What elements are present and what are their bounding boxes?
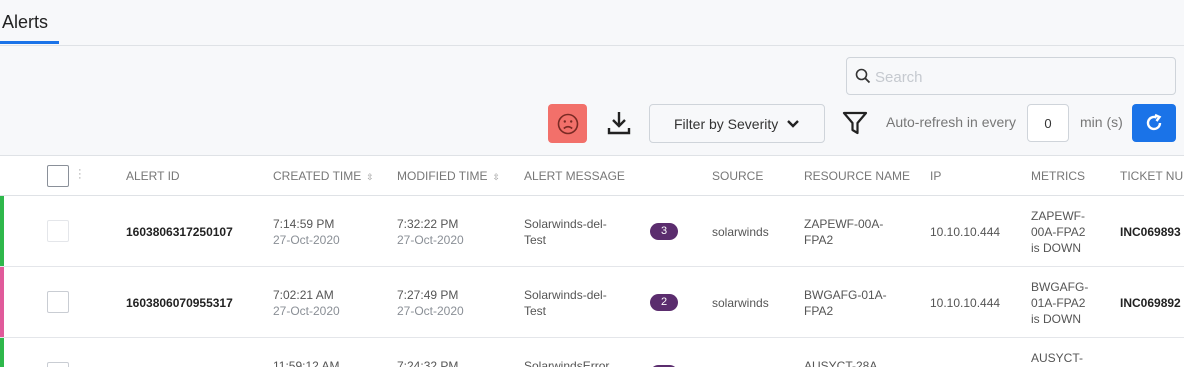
col-created-time[interactable]: CREATED TIME ⇳ bbox=[273, 169, 374, 183]
severity-filter-label: Filter by Severity bbox=[674, 116, 779, 132]
ticket-number[interactable]: INC069893 bbox=[1120, 224, 1181, 240]
created-date: 27-Oct-2020 bbox=[273, 233, 340, 247]
severity-indicator bbox=[0, 338, 4, 367]
table-header: · · · ALERT ID CREATED TIME ⇳ MODIFIED TIME… bbox=[0, 156, 1184, 196]
refresh-button[interactable] bbox=[1132, 104, 1176, 142]
search-icon bbox=[855, 68, 871, 84]
row-checkbox[interactable] bbox=[47, 362, 69, 367]
source: solarwinds bbox=[712, 296, 769, 310]
refresh-icon bbox=[1146, 113, 1162, 131]
auto-refresh-label: Auto-refresh in every bbox=[886, 114, 1016, 130]
ip-address: 10.10.10.444 bbox=[930, 296, 1001, 310]
alert-id[interactable]: 1603806317250107 bbox=[126, 224, 233, 240]
modified-date: 27-Oct-2020 bbox=[397, 233, 464, 247]
modified-time: 7:32:22 PM bbox=[397, 217, 459, 231]
col-alert-id[interactable]: ALERT ID bbox=[126, 169, 180, 183]
severity-indicator bbox=[0, 196, 4, 266]
table-row[interactable]: 11:59:12 AM 7:24:32 PM SolarwindsError A… bbox=[0, 338, 1184, 367]
metrics-line1: BWGAFG- bbox=[1031, 280, 1089, 294]
metrics-line3: is DOWN bbox=[1031, 312, 1081, 326]
row-checkbox[interactable] bbox=[47, 291, 69, 313]
col-source[interactable]: SOURCE bbox=[712, 169, 763, 183]
table-row[interactable]: 1603806317250107 7:14:59 PM 27-Oct-2020 … bbox=[0, 196, 1184, 267]
download-button[interactable] bbox=[602, 106, 636, 140]
sad-face-icon bbox=[557, 113, 578, 134]
alert-message-line1: Solarwinds-del- bbox=[524, 217, 607, 231]
col-modified-time[interactable]: MODIFIED TIME ⇳ bbox=[397, 169, 500, 183]
sort-icon: ⇳ bbox=[492, 172, 500, 182]
severity-filter-dropdown[interactable]: Filter by Severity bbox=[649, 104, 825, 143]
search-input[interactable] bbox=[875, 66, 1165, 88]
search-box[interactable] bbox=[846, 57, 1176, 95]
metrics-line2: 01A-FPA2 bbox=[1031, 296, 1086, 310]
alert-message-line2: Test bbox=[524, 304, 547, 318]
alert-message-line1: SolarwindsError bbox=[524, 359, 610, 367]
col-alert-message[interactable]: ALERT MESSAGE bbox=[524, 169, 625, 183]
tab-bar: Alerts bbox=[0, 0, 1184, 46]
created-time: 11:59:12 AM bbox=[273, 359, 340, 367]
occurrence-count-badge: 3 bbox=[650, 223, 678, 240]
ip-address: 10.10.10.444 bbox=[930, 225, 1001, 239]
refresh-minutes-input[interactable] bbox=[1027, 104, 1069, 142]
modified-date: 27-Oct-2020 bbox=[397, 304, 464, 318]
resource-name-line2: FPA2 bbox=[804, 233, 834, 247]
created-time: 7:02:21 AM bbox=[273, 288, 334, 302]
filter-button[interactable] bbox=[840, 107, 870, 139]
tab-alerts[interactable]: Alerts bbox=[2, 12, 48, 33]
created-date: 27-Oct-2020 bbox=[273, 304, 340, 318]
occurrence-count-badge: 2 bbox=[650, 294, 678, 311]
col-resource-name[interactable]: RESOURCE NAME bbox=[804, 169, 910, 183]
resource-name-line1: ZAPEWF-00A- bbox=[804, 217, 884, 231]
resource-name-line1: AUSYCT-28A bbox=[804, 359, 878, 367]
created-time: 7:14:59 PM bbox=[273, 217, 335, 231]
download-icon bbox=[607, 112, 631, 135]
modified-time: 7:24:32 PM bbox=[397, 359, 459, 367]
metrics-line1: ZAPEWF- bbox=[1031, 209, 1085, 223]
source: solarwinds bbox=[712, 225, 769, 239]
severity-indicator bbox=[0, 267, 4, 337]
minutes-unit-label: min (s) bbox=[1080, 114, 1123, 130]
metrics-line2: 00A-FPA2 bbox=[1031, 225, 1086, 239]
select-all-checkbox[interactable] bbox=[47, 165, 69, 187]
sad-face-button[interactable] bbox=[548, 104, 587, 143]
alert-message-line1: Solarwinds-del- bbox=[524, 288, 607, 302]
alert-id[interactable]: 1603806070955317 bbox=[126, 295, 233, 311]
col-ip[interactable]: IP bbox=[930, 169, 941, 183]
modified-time: 7:27:49 PM bbox=[397, 288, 459, 302]
col-ticket-num[interactable]: TICKET NUM bbox=[1120, 169, 1184, 183]
resource-name-line1: BWGAFG-01A- bbox=[804, 288, 887, 302]
column-options-icon[interactable]: · · · bbox=[78, 165, 82, 184]
metrics-line1: AUSYCT- bbox=[1031, 351, 1084, 365]
sort-icon: ⇳ bbox=[366, 172, 374, 182]
alert-message-line2: Test bbox=[524, 233, 547, 247]
table-row[interactable]: 1603806070955317 7:02:21 AM 27-Oct-2020 … bbox=[0, 267, 1184, 338]
metrics-line3: is DOWN bbox=[1031, 241, 1081, 255]
funnel-icon bbox=[842, 111, 868, 135]
chevron-down-icon bbox=[787, 120, 799, 128]
col-metrics[interactable]: METRICS bbox=[1031, 169, 1085, 183]
resource-name-line2: FPA2 bbox=[804, 304, 834, 318]
active-tab-indicator bbox=[0, 41, 59, 44]
row-checkbox[interactable] bbox=[47, 220, 69, 242]
alerts-table: · · · ALERT ID CREATED TIME ⇳ MODIFIED TIME… bbox=[0, 155, 1184, 367]
ticket-number[interactable]: INC069892 bbox=[1120, 295, 1181, 311]
